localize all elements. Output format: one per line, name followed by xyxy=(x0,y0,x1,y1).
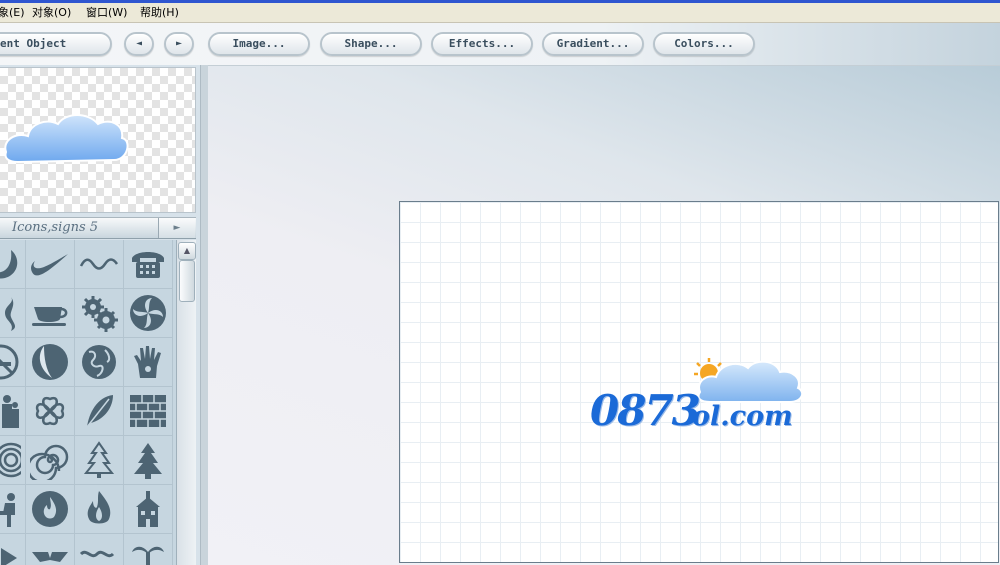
icon-cell[interactable] xyxy=(75,436,124,485)
menu-bar: 象(E) 对象(O) 窗口(W) 帮助(H) xyxy=(0,3,1000,23)
telephone-icon xyxy=(132,252,164,278)
icon-cell[interactable] xyxy=(26,436,75,485)
effects-button[interactable]: Effects... xyxy=(431,32,533,56)
clover-icon xyxy=(35,396,65,426)
logo-suffix: ol.com xyxy=(692,401,793,432)
spiral-icon xyxy=(30,444,69,480)
icon-cell[interactable] xyxy=(75,485,124,534)
logo-number: 0873 xyxy=(590,386,701,435)
no-smoking-icon xyxy=(0,344,19,380)
gears-icon xyxy=(82,296,118,332)
panel-splitter[interactable] xyxy=(200,65,208,565)
menu-item-edit[interactable]: 象(E) xyxy=(0,3,25,22)
icon-grid xyxy=(0,240,176,565)
icon-cell[interactable] xyxy=(0,240,26,289)
icon-cell[interactable] xyxy=(0,387,26,436)
icon-cell[interactable] xyxy=(75,338,124,387)
earth-icon xyxy=(82,345,116,379)
document-canvas[interactable]: 0873 ol.com xyxy=(399,201,999,563)
icon-cell[interactable] xyxy=(0,338,26,387)
swirl-icon xyxy=(5,297,16,331)
icon-cell[interactable] xyxy=(0,534,26,565)
library-panel: Icons,signs 5 ► ▲ xyxy=(0,65,200,565)
christmas-tree-outline-icon xyxy=(83,441,115,478)
icon-cell[interactable] xyxy=(0,485,26,534)
people-icon xyxy=(2,395,19,428)
icon-cell[interactable] xyxy=(26,534,75,565)
brick-wall-icon xyxy=(130,395,166,427)
hand-print-icon xyxy=(134,346,161,378)
icon-cell[interactable] xyxy=(124,485,173,534)
icon-cell[interactable] xyxy=(124,387,173,436)
spiral-rings-icon xyxy=(0,442,21,478)
menu-item-object[interactable]: 对象(O) xyxy=(32,3,71,22)
christmas-tree-icon xyxy=(134,443,162,479)
image-button[interactable]: Image... xyxy=(208,32,310,56)
icon-cell[interactable] xyxy=(75,534,124,565)
scroll-up-button[interactable]: ▲ xyxy=(178,242,196,260)
icon-cell[interactable] xyxy=(75,240,124,289)
feather-icon xyxy=(86,395,113,428)
icon-cell[interactable] xyxy=(75,289,124,338)
cloud-preview-icon xyxy=(4,114,129,164)
swoosh-ring-icon xyxy=(0,250,18,279)
icon-cell[interactable] xyxy=(0,436,26,485)
icon-cell[interactable] xyxy=(26,485,75,534)
fire-icon xyxy=(87,491,111,524)
shape-button[interactable]: Shape... xyxy=(320,32,422,56)
object-preview xyxy=(0,67,196,213)
next-object-button[interactable]: ► xyxy=(164,32,194,56)
gradient-button[interactable]: Gradient... xyxy=(542,32,644,56)
icon-cell[interactable] xyxy=(26,240,75,289)
previous-object-button[interactable]: ◄ xyxy=(124,32,154,56)
menu-item-help[interactable]: 帮助(H) xyxy=(140,3,179,22)
squiggle-icon xyxy=(79,550,115,558)
coffee-cup-icon xyxy=(32,307,68,326)
current-object-button[interactable]: ent Object xyxy=(0,32,112,56)
icon-cell[interactable] xyxy=(124,289,173,338)
icon-cell[interactable] xyxy=(124,240,173,289)
icon-cell[interactable] xyxy=(26,338,75,387)
wing-emblem-icon xyxy=(32,552,68,562)
yin-moon-icon xyxy=(32,344,68,380)
icon-cell[interactable] xyxy=(26,289,75,338)
fire-circle-icon xyxy=(32,491,68,527)
schoolhouse-icon xyxy=(136,491,160,527)
palm-tree-icon xyxy=(132,546,164,565)
icon-cell[interactable] xyxy=(124,436,173,485)
icon-grid-scrollbar[interactable]: ▲ xyxy=(176,240,196,565)
colors-button[interactable]: Colors... xyxy=(653,32,755,56)
wave-line-icon xyxy=(79,258,119,270)
person-sitting-icon xyxy=(0,493,15,527)
toolbar: ent Object ◄ ► Image... Shape... Effects… xyxy=(0,23,1000,65)
category-selector[interactable]: Icons,signs 5 ► xyxy=(0,217,196,239)
nike-swoosh-icon xyxy=(31,254,68,276)
menu-item-window[interactable]: 窗口(W) xyxy=(86,3,127,22)
icon-cell[interactable] xyxy=(75,387,124,436)
icon-cell[interactable] xyxy=(26,387,75,436)
spiral-fan-icon xyxy=(130,295,166,331)
scroll-thumb[interactable] xyxy=(179,260,195,302)
logo-graphic xyxy=(694,358,804,403)
arrow-partial-icon xyxy=(1,548,17,565)
category-expand-button[interactable]: ► xyxy=(158,218,195,238)
icon-cell[interactable] xyxy=(0,289,26,338)
category-label: Icons,signs 5 xyxy=(12,220,99,235)
icon-cell[interactable] xyxy=(124,338,173,387)
icon-cell[interactable] xyxy=(124,534,173,565)
